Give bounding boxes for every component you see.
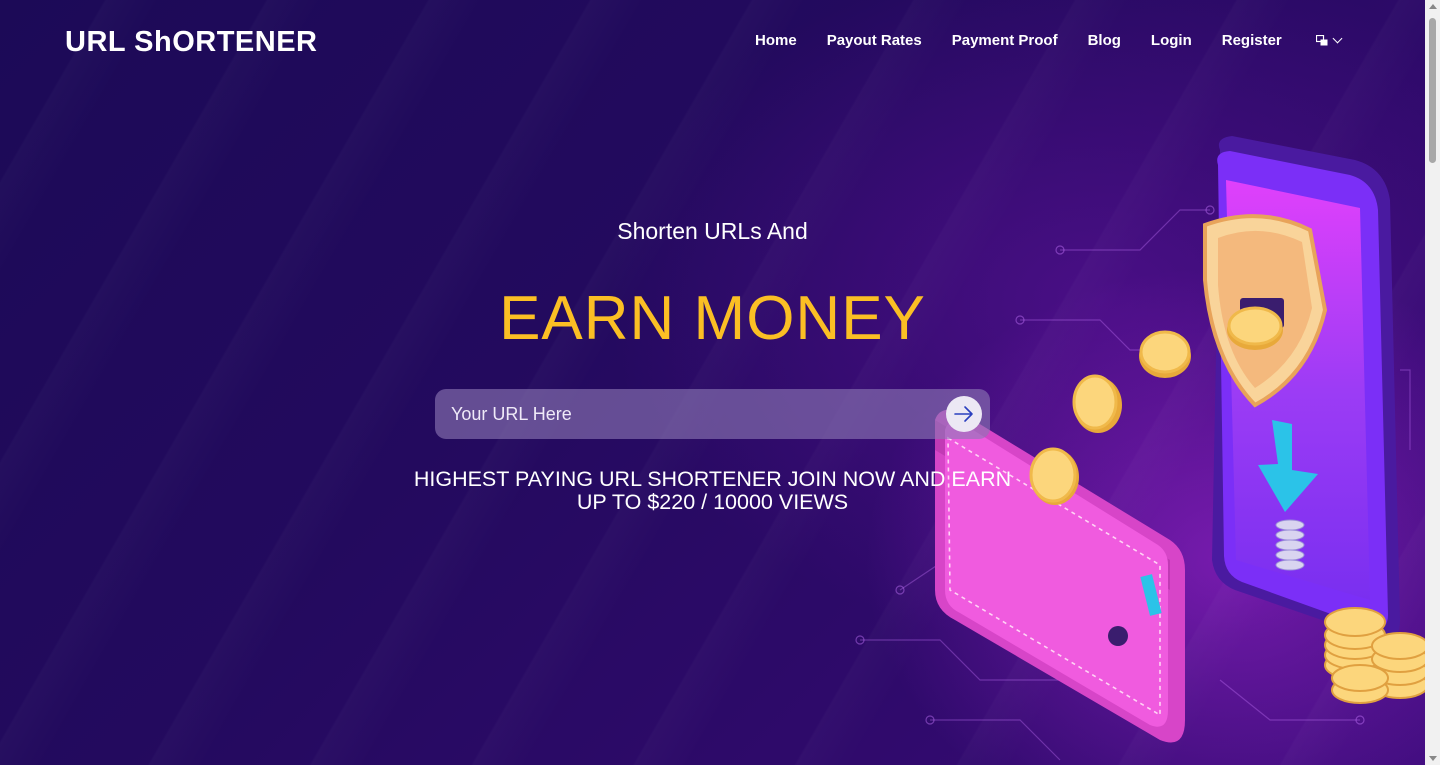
nav-login[interactable]: Login	[1151, 32, 1192, 49]
page: URL ShORTENER Home Payout Rates Payment …	[0, 0, 1425, 765]
tagline-line-2: UP TO $220 / 10000 VIEWS	[576, 490, 849, 514]
nav-home[interactable]: Home	[755, 32, 797, 49]
language-selector[interactable]	[1315, 33, 1343, 46]
url-form	[435, 389, 990, 439]
nav-payout-rates[interactable]: Payout Rates	[827, 32, 922, 49]
hero-illustration	[855, 136, 1425, 761]
nav-blog[interactable]: Blog	[1088, 32, 1121, 49]
scroll-up-arrow-icon[interactable]	[1429, 4, 1437, 9]
arrow-right-icon	[954, 406, 973, 422]
main-nav: Home Payout Rates Payment Proof Blog Log…	[755, 32, 1343, 49]
hero-subtitle: Shorten URLs And	[617, 218, 808, 244]
hero-tagline: HIGHEST PAYING URL SHORTENER JOIN NOW AN…	[0, 468, 1425, 514]
url-input[interactable]	[435, 389, 925, 439]
phone-graphic	[1203, 136, 1400, 641]
translate-icon	[1315, 35, 1328, 46]
scroll-down-arrow-icon[interactable]	[1429, 756, 1437, 761]
nav-payment-proof[interactable]: Payment Proof	[952, 32, 1058, 49]
site-logo[interactable]: URL ShORTENER	[65, 26, 317, 59]
hero-headline: EARN MONEY	[499, 284, 926, 353]
tagline-line-1: HIGHEST PAYING URL SHORTENER JOIN NOW AN…	[413, 467, 1012, 491]
shorten-submit-button[interactable]	[946, 396, 982, 432]
scroll-thumb[interactable]	[1429, 18, 1436, 163]
nav-register[interactable]: Register	[1222, 32, 1282, 49]
chevron-down-icon	[1332, 33, 1343, 44]
page-scrollbar[interactable]	[1425, 0, 1440, 765]
